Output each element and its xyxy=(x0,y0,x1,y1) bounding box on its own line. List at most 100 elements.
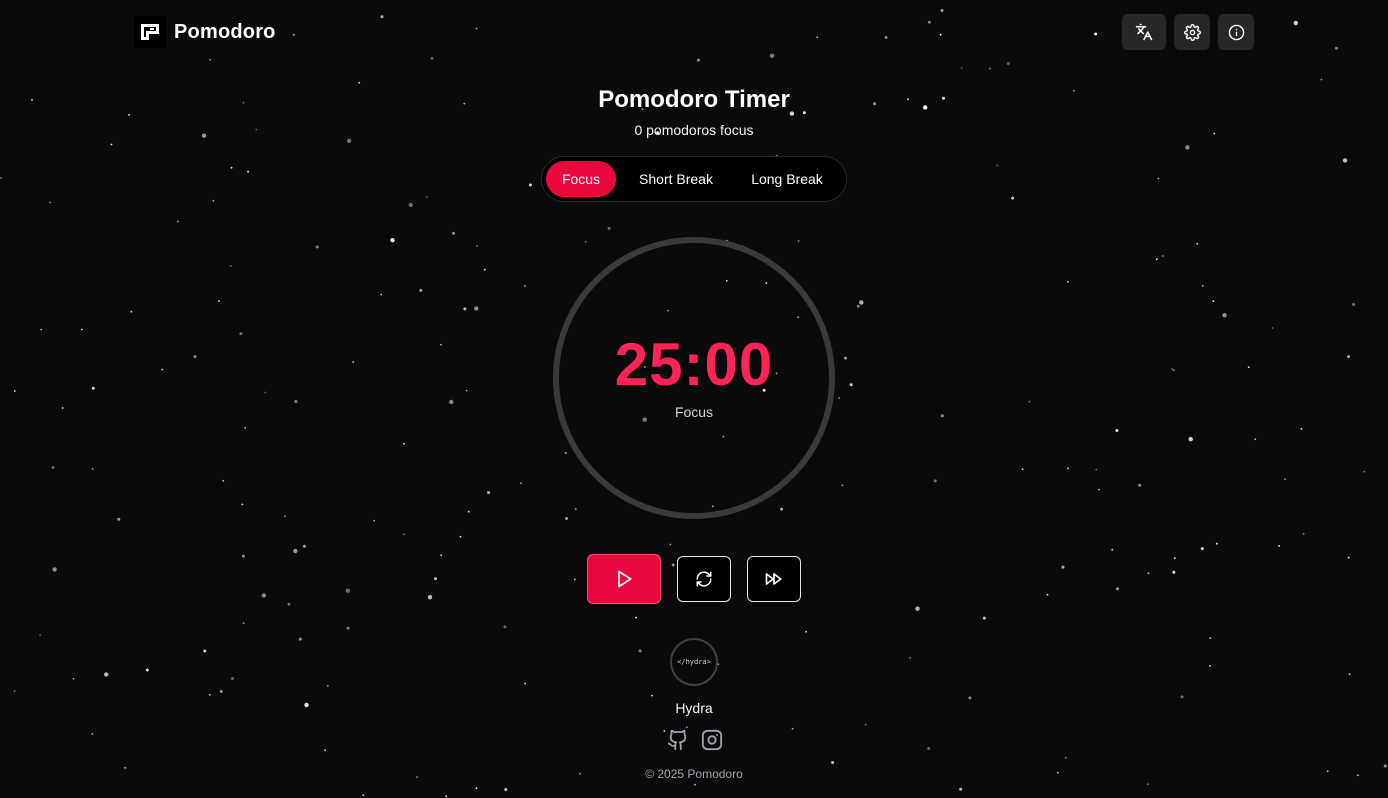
app-name: Pomodoro xyxy=(174,20,276,43)
star xyxy=(1011,196,1015,200)
star xyxy=(231,677,234,680)
header-actions xyxy=(1122,14,1254,50)
star xyxy=(565,517,568,520)
star xyxy=(459,535,462,538)
star xyxy=(445,795,448,798)
star xyxy=(130,310,133,313)
brand[interactable]: Pomodoro xyxy=(134,16,276,48)
star xyxy=(403,533,405,536)
star xyxy=(960,67,963,69)
star xyxy=(72,677,75,680)
star xyxy=(959,787,963,791)
star xyxy=(524,285,526,287)
star xyxy=(219,690,223,693)
star xyxy=(1348,673,1351,676)
star xyxy=(1300,428,1303,430)
settings-button[interactable] xyxy=(1174,14,1210,50)
star xyxy=(1209,637,1212,639)
star xyxy=(203,649,207,653)
github-link[interactable] xyxy=(667,729,689,751)
star xyxy=(1212,300,1215,303)
timer-mode-label: Focus xyxy=(674,404,714,420)
author-name: Hydra xyxy=(675,700,713,716)
avatar[interactable]: </hydra> xyxy=(670,638,718,686)
star xyxy=(346,138,352,143)
page-title: Pomodoro Timer xyxy=(598,86,790,113)
star xyxy=(1094,32,1098,36)
star xyxy=(989,67,991,70)
star xyxy=(564,452,567,454)
star xyxy=(1061,565,1065,569)
star xyxy=(1180,695,1184,699)
star xyxy=(1064,756,1067,759)
star xyxy=(326,685,329,687)
github-icon xyxy=(667,729,687,751)
instagram-link[interactable] xyxy=(701,729,723,751)
star xyxy=(1278,545,1280,547)
star xyxy=(1352,303,1356,306)
star xyxy=(504,788,508,791)
star xyxy=(927,20,931,24)
star xyxy=(982,616,986,620)
star xyxy=(476,245,478,247)
star xyxy=(573,578,576,581)
fast-forward-icon xyxy=(765,573,782,585)
star xyxy=(1342,158,1348,163)
star xyxy=(467,510,470,513)
tab-long-break[interactable]: Long Break xyxy=(732,161,842,197)
star xyxy=(52,567,57,572)
star xyxy=(503,625,507,629)
star xyxy=(110,143,113,146)
star xyxy=(230,166,233,169)
star xyxy=(1185,145,1190,150)
star xyxy=(91,733,94,735)
star xyxy=(176,220,179,223)
social-links xyxy=(667,729,723,751)
star xyxy=(856,304,860,308)
star xyxy=(358,81,361,84)
language-button[interactable] xyxy=(1122,14,1166,50)
star xyxy=(51,466,55,469)
gear-icon xyxy=(1183,23,1201,41)
pomodoro-logo-icon xyxy=(134,16,166,48)
reset-button[interactable] xyxy=(677,556,731,602)
skip-button[interactable] xyxy=(747,556,801,602)
star xyxy=(380,293,383,296)
star xyxy=(859,300,864,305)
star xyxy=(1293,20,1299,26)
star xyxy=(0,177,2,179)
star xyxy=(241,503,244,506)
star xyxy=(864,723,867,726)
tab-focus[interactable]: Focus xyxy=(546,161,616,197)
star xyxy=(1196,242,1199,245)
star xyxy=(1254,438,1257,441)
star xyxy=(797,240,800,242)
star xyxy=(452,231,455,235)
star xyxy=(208,693,211,696)
star xyxy=(933,479,937,483)
star xyxy=(261,593,267,598)
star xyxy=(315,245,319,249)
instagram-icon xyxy=(701,729,723,751)
star xyxy=(419,288,423,292)
star xyxy=(474,306,479,311)
star xyxy=(487,491,491,494)
star xyxy=(362,794,365,796)
star xyxy=(1334,46,1338,50)
star xyxy=(1028,400,1031,403)
star xyxy=(1215,542,1218,545)
start-button[interactable] xyxy=(587,554,661,604)
star xyxy=(909,656,911,659)
info-button[interactable] xyxy=(1218,14,1254,50)
tab-short-break[interactable]: Short Break xyxy=(620,161,732,197)
star xyxy=(1201,284,1204,287)
star xyxy=(915,606,920,611)
star xyxy=(635,616,638,619)
star xyxy=(483,268,486,271)
star xyxy=(805,630,807,633)
star xyxy=(1067,467,1069,470)
star xyxy=(996,164,999,167)
star xyxy=(1347,556,1350,559)
star xyxy=(1155,258,1158,261)
star xyxy=(1111,548,1114,551)
